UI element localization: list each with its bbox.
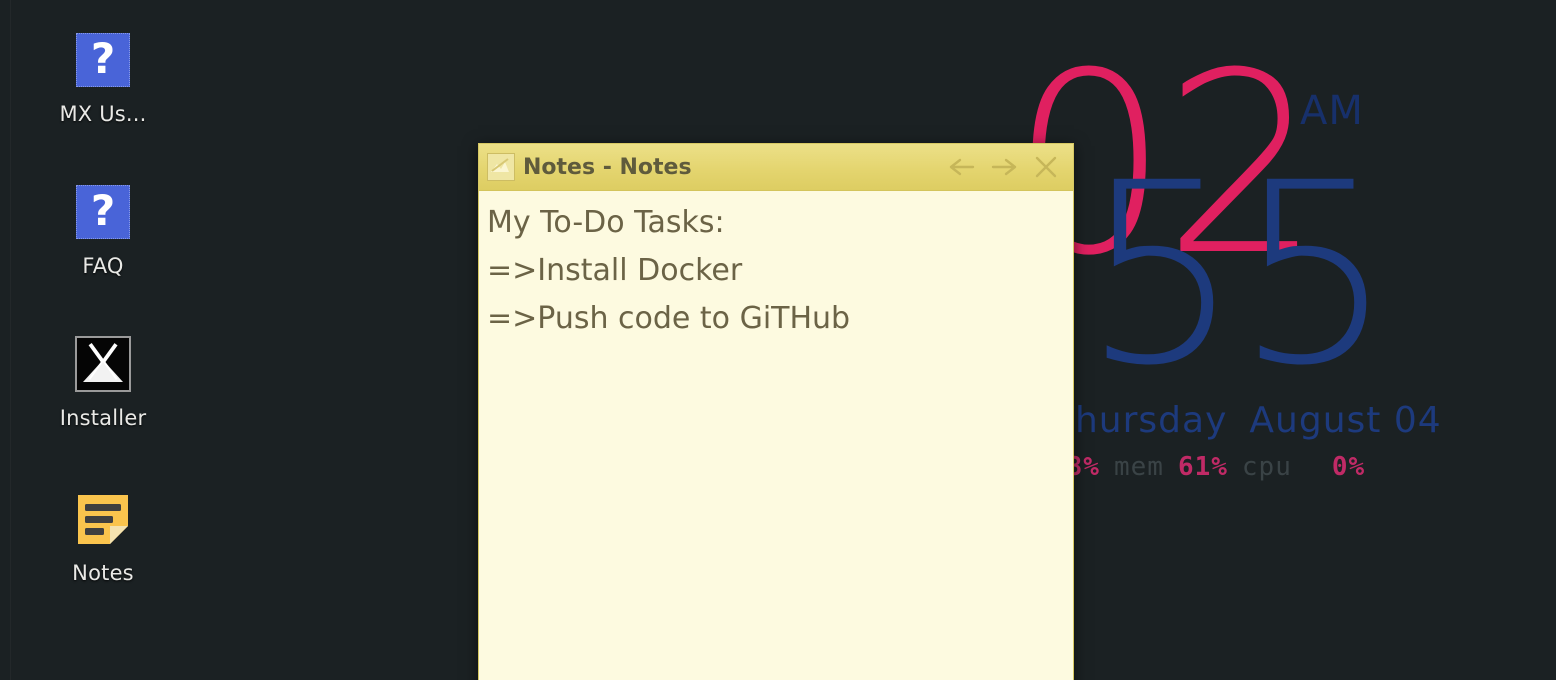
notes-titlebar[interactable]: Notes - Notes (479, 144, 1073, 191)
forward-arrow-svg (991, 158, 1017, 176)
desktop-icon-label: Installer (59, 406, 147, 430)
conky-minutes: 55 (1082, 129, 1394, 420)
conky-cpu-percent: 0% (1331, 452, 1366, 482)
notes-window-icon (487, 153, 515, 181)
conky-date: Thursday August 04 (1052, 400, 1442, 441)
help-question-icon: ? (76, 185, 130, 239)
note-line: My To-Do Tasks: (487, 205, 725, 240)
conky-system-stats: 28% mem 61% cpu 0% (1050, 452, 1365, 482)
conky-month-day: August 04 (1249, 400, 1442, 441)
back-arrow-svg (949, 158, 975, 176)
conky-meridiem: AM (1300, 88, 1364, 134)
icon-graphic (0, 332, 206, 396)
conky-mem-percent: 61% (1177, 452, 1228, 482)
question-mark-glyph: ? (90, 186, 116, 236)
conky-clock-widget: 02 55 AM Thursday August 04 28% mem 61% cpu 0… (1010, 40, 1556, 500)
desktop-root[interactable]: ? MX Us... ? FAQ Installer Notes 02 55 A… (0, 0, 1556, 680)
conky-cpu-label: cpu (1241, 452, 1292, 482)
help-question-icon: ? (76, 33, 130, 87)
desktop-icon-label: FAQ (82, 254, 124, 278)
back-arrow-icon[interactable] (941, 147, 983, 187)
mx-logo-svg (83, 343, 123, 382)
conky-weekday: Thursday (1052, 400, 1228, 441)
note-line: =>Push code to GiTHub (487, 301, 851, 336)
desktop-icon-column: ? MX Us... ? FAQ Installer Notes (0, 0, 206, 680)
desktop-icon-installer[interactable]: Installer (0, 332, 206, 430)
notes-window[interactable]: Notes - Notes My To-Do Tasks: =>Install … (478, 143, 1074, 680)
notes-icon-svg (78, 495, 128, 544)
window-icon-svg (489, 155, 511, 177)
icon-graphic: ? (0, 180, 206, 244)
desktop-icon-notes[interactable]: Notes (0, 487, 206, 585)
icon-graphic (0, 487, 206, 551)
conky-mem-label: mem (1113, 452, 1164, 482)
close-x-icon[interactable] (1025, 147, 1067, 187)
mx-installer-icon (75, 336, 131, 392)
close-x-svg (1035, 156, 1057, 178)
desktop-icon-label: MX Us... (59, 102, 147, 126)
forward-arrow-icon[interactable] (983, 147, 1025, 187)
desktop-icon-faq[interactable]: ? FAQ (0, 180, 206, 278)
desktop-icon-label: Notes (72, 561, 134, 585)
desktop-icon-mx-users[interactable]: ? MX Us... (0, 28, 206, 126)
notes-window-title: Notes - Notes (523, 154, 692, 180)
notes-text-area[interactable]: My To-Do Tasks: =>Install Docker =>Push … (479, 191, 1073, 680)
note-line: =>Install Docker (487, 253, 743, 288)
question-mark-glyph: ? (90, 34, 116, 84)
notes-app-icon (76, 492, 130, 546)
icon-graphic: ? (0, 28, 206, 92)
